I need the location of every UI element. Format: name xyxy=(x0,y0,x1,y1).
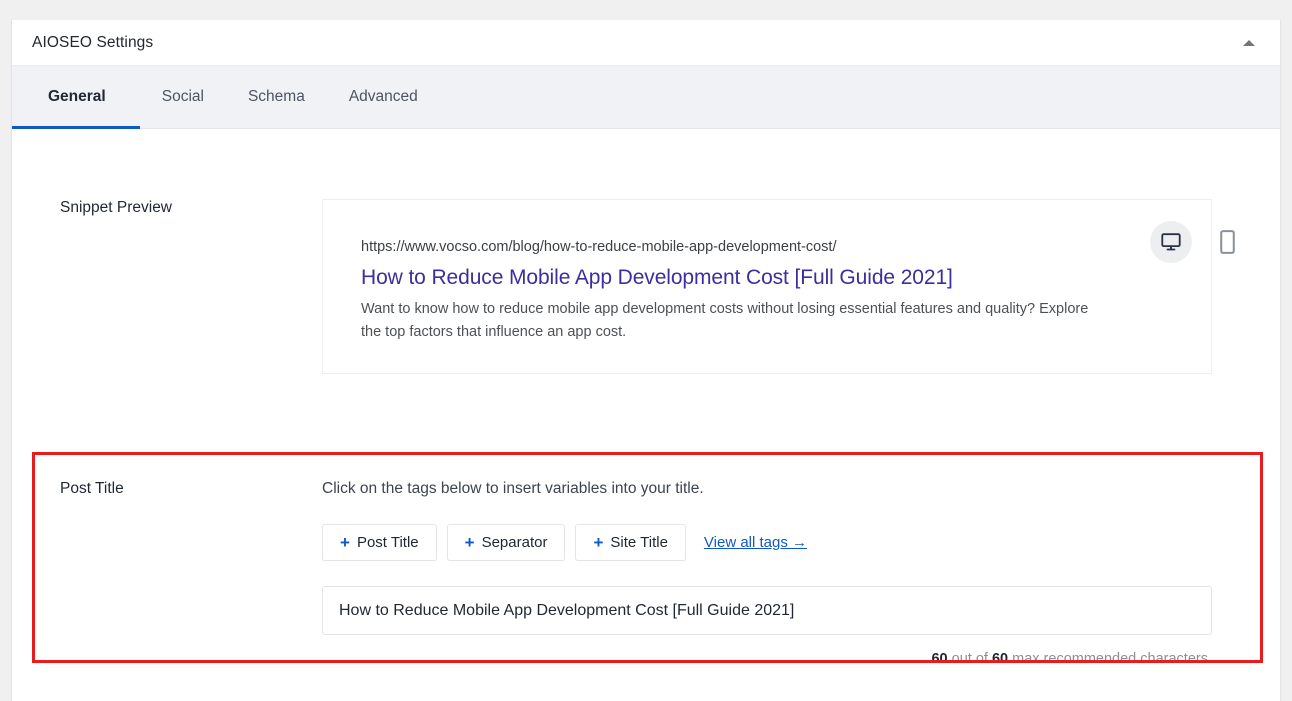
plus-icon: + xyxy=(340,533,350,553)
settings-tabs: General Social Schema Advanced xyxy=(12,66,1280,129)
tab-schema[interactable]: Schema xyxy=(226,66,327,128)
char-count-suffix: max recommended characters. xyxy=(1012,651,1212,668)
plus-icon: + xyxy=(464,533,475,553)
tab-schema-label: Schema xyxy=(247,88,305,105)
insert-site-title-tag-button[interactable]: + Site Title xyxy=(575,524,686,562)
tab-advanced[interactable]: Advanced xyxy=(327,66,440,128)
char-count-mid: out of xyxy=(951,651,988,668)
insert-separator-tag-button[interactable]: + Separator xyxy=(446,524,566,562)
post-title-row: Post Title Click on the tags below to in… xyxy=(12,440,1280,667)
tag-buttons-group: + Post Title + Separator + Site Title Vi… xyxy=(322,524,1280,562)
snippet-url: https://www.vocso.com/blog/how-to-reduce… xyxy=(361,239,837,255)
snippet-preview-content: https://www.vocso.com/blog/how-to-reduce… xyxy=(322,199,1280,375)
page-title: AIOSEO Settings xyxy=(32,33,154,51)
tab-advanced-label: Advanced xyxy=(348,88,418,105)
post-title-input[interactable] xyxy=(322,586,1212,636)
collapse-panel-button[interactable] xyxy=(1238,32,1260,54)
snippet-preview-row: Snippet Preview https://www.vocso.com/bl… xyxy=(12,199,1280,375)
plus-icon: + xyxy=(593,533,604,553)
char-count-current: 60 xyxy=(931,651,948,668)
post-title-hint: Click on the tags below to insert variab… xyxy=(322,480,704,498)
mobile-phone-icon xyxy=(1219,230,1235,254)
aioseo-settings-panel: AIOSEO Settings General Social Schema Ad… xyxy=(11,20,1281,701)
character-count-status: 60 out of 60 max recommended characters. xyxy=(322,651,1212,667)
insert-post-title-tag-label: Post Title xyxy=(356,534,419,552)
tab-general-label: General xyxy=(48,88,106,105)
insert-post-title-tag-button[interactable]: + Post Title xyxy=(322,524,437,562)
snippet-preview-label: Snippet Preview xyxy=(60,199,173,216)
snippet-title: How to Reduce Mobile App Development Cos… xyxy=(361,265,953,289)
device-preview-toggle xyxy=(1150,221,1248,263)
snippet-preview-box[interactable]: https://www.vocso.com/blog/how-to-reduce… xyxy=(322,199,1212,375)
tab-social-label: Social xyxy=(161,88,204,105)
view-all-tags-link[interactable]: View all tags → xyxy=(704,534,807,551)
panel-header: AIOSEO Settings xyxy=(12,20,1280,66)
tab-general[interactable]: General xyxy=(12,66,140,129)
snippet-description: Want to know how to reduce mobile app de… xyxy=(361,301,1089,340)
post-title-label: Post Title xyxy=(60,480,124,498)
desktop-preview-button[interactable] xyxy=(1150,221,1192,263)
caret-up-icon xyxy=(1243,39,1255,46)
insert-separator-tag-label: Separator xyxy=(481,534,548,552)
mobile-preview-button[interactable] xyxy=(1206,221,1248,263)
insert-site-title-tag-label: Site Title xyxy=(610,534,668,552)
char-count-max: 60 xyxy=(991,651,1009,668)
desktop-monitor-icon xyxy=(1161,233,1181,251)
post-title-content: Click on the tags below to insert variab… xyxy=(322,480,1280,667)
panel-body: Snippet Preview https://www.vocso.com/bl… xyxy=(12,199,1280,668)
aioseo-settings-page: AIOSEO Settings General Social Schema Ad… xyxy=(0,0,1292,701)
tab-social[interactable]: Social xyxy=(140,66,226,128)
